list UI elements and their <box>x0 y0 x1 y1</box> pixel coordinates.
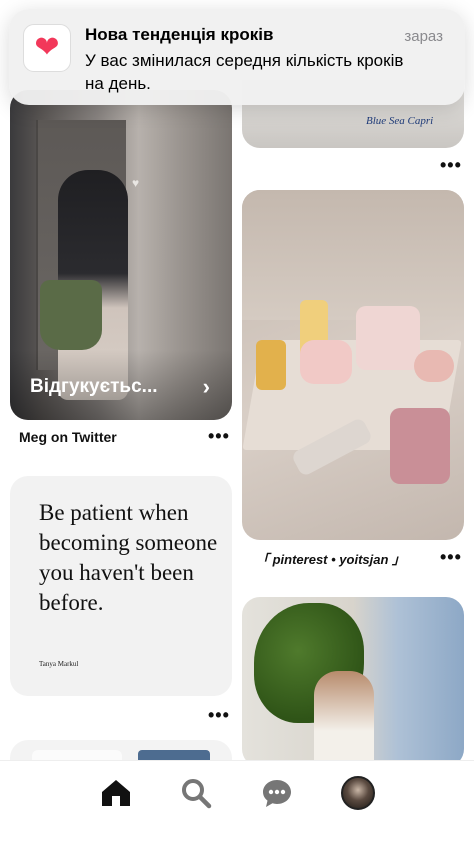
more-options-icon[interactable]: ••• <box>440 156 462 174</box>
health-app-icon: ❤ <box>23 24 71 72</box>
pin-caption: Відгукуєтьс... <box>30 376 158 397</box>
more-options-icon[interactable]: ••• <box>208 427 230 445</box>
pin-card-plant-window[interactable] <box>242 597 464 760</box>
pin-card-mirror-selfie[interactable]: ♥ Відгукуєтьс... › <box>10 90 232 420</box>
notification-body: У вас змінилася середня кількість кроків… <box>85 51 404 93</box>
pin-feed: Blue Sea Capri ••• ♥ Відгукуєтьс... › Me… <box>0 0 474 760</box>
search-icon[interactable] <box>174 771 218 815</box>
pin-image-text: Blue Sea Capri <box>366 115 434 127</box>
pin-card-quote[interactable]: Be patient when becoming someone you hav… <box>10 476 232 696</box>
notification-time: зараз <box>404 28 443 45</box>
quote-text: Be patient when becoming someone you hav… <box>39 500 218 615</box>
pin-source[interactable]: Meg on Twitter <box>19 429 117 445</box>
notification-banner[interactable]: ❤ Нова тенденція кроків зараз У вас змін… <box>9 9 465 105</box>
pin-card-clothes[interactable] <box>10 740 232 760</box>
pin-source[interactable]: 「 pinterest • yoitsjan 」 <box>256 549 405 568</box>
heart-icon: ❤ <box>34 31 60 64</box>
quote-author: Tanya Markul <box>39 660 79 668</box>
heart-icon: ♥ <box>132 176 140 190</box>
more-options-icon[interactable]: ••• <box>440 548 462 566</box>
messages-icon[interactable] <box>255 771 299 815</box>
avatar[interactable] <box>341 776 375 810</box>
more-options-icon[interactable]: ••• <box>208 706 230 724</box>
bottom-tab-bar <box>0 760 474 842</box>
notification-title: Нова тенденція кроків <box>85 25 274 44</box>
pin-card-beauty-products[interactable] <box>242 190 464 540</box>
chevron-right-icon[interactable]: › <box>203 374 210 400</box>
home-icon[interactable] <box>94 771 138 815</box>
profile-avatar[interactable] <box>336 771 380 815</box>
